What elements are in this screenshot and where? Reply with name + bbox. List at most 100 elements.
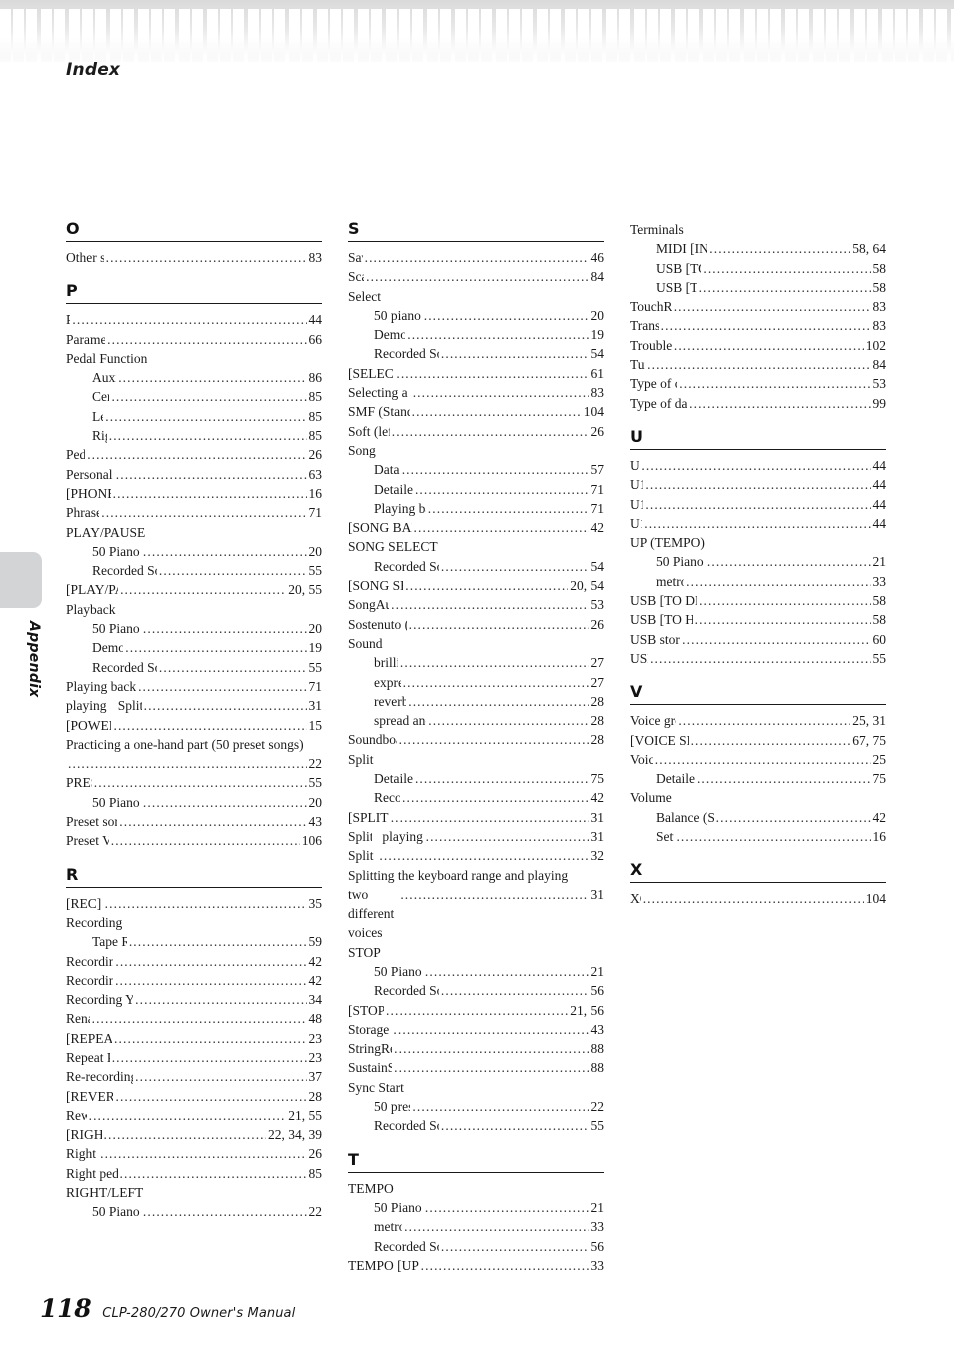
index-entry[interactable]: Demo Songs..............................… xyxy=(66,638,322,657)
index-entry[interactable]: Re-recording a song partially...........… xyxy=(66,1067,322,1086)
index-entry[interactable]: Recorded Songs and Music Data...........… xyxy=(348,981,604,1000)
index-entry[interactable]: Tune....................................… xyxy=(630,355,886,374)
index-entry[interactable]: [REPEAT] button.........................… xyxy=(66,1029,322,1048)
index-entry[interactable]: Type of data (recorded).................… xyxy=(630,394,886,413)
index-entry[interactable]: 50 Piano Preset Songs...................… xyxy=(348,1198,604,1217)
index-entry[interactable]: [PLAY/PAUSE] button.....................… xyxy=(66,580,322,599)
index-entry[interactable]: U1S.....................................… xyxy=(630,495,886,514)
index-entry[interactable]: [STOP] button...........................… xyxy=(348,1001,604,1020)
index-entry[interactable]: Right pedal.............................… xyxy=(66,1144,322,1163)
index-entry[interactable]: USB [TO HOST] terminal..................… xyxy=(630,610,886,629)
index-entry[interactable]: Split mode playing two voices............… xyxy=(348,827,604,846)
index-entry[interactable]: Save....................................… xyxy=(348,248,604,267)
index-entry[interactable]: Type of characters......................… xyxy=(630,374,886,393)
index-entry[interactable]: 50 preset songs.........................… xyxy=(348,1097,604,1116)
index-entry[interactable]: Splitting the keyboard range and playing… xyxy=(348,866,604,943)
index-entry[interactable]: SustainSampling.........................… xyxy=(348,1058,604,1077)
index-entry[interactable]: Recorded Songs and Music Data...........… xyxy=(348,344,604,363)
index-entry[interactable]: Soft (left) pedal.......................… xyxy=(348,422,604,441)
index-entry[interactable]: 50 Piano Preset Songs...................… xyxy=(348,962,604,981)
index-entry[interactable]: SongAutoOpen............................… xyxy=(348,595,604,614)
index-entry[interactable]: [REC] button............................… xyxy=(66,894,322,913)
index-entry[interactable]: Recorded Songs and Music Data...........… xyxy=(66,658,322,677)
index-entry[interactable]: Preset song memory......................… xyxy=(66,812,322,831)
index-entry[interactable]: spread and spaciousness.................… xyxy=(348,711,604,730)
index-entry[interactable]: Recording...............................… xyxy=(348,788,604,807)
index-entry[interactable]: Repeat Playback.........................… xyxy=(66,1048,322,1067)
index-entry[interactable]: metronome...............................… xyxy=(348,1217,604,1236)
index-entry[interactable]: Recording Your Performance..............… xyxy=(66,990,322,1009)
index-entry[interactable]: Personal computer.......................… xyxy=(66,465,322,484)
index-entry[interactable]: Detailed settings.......................… xyxy=(348,769,604,788)
index-entry[interactable]: U1......................................… xyxy=(630,456,886,475)
index-entry[interactable]: [SPLIT] button..........................… xyxy=(348,808,604,827)
index-entry[interactable]: USB [TO HOST]...........................… xyxy=(630,278,886,297)
index-entry[interactable]: Right pedal function....................… xyxy=(66,1164,322,1183)
index-entry[interactable]: P.......................................… xyxy=(66,310,322,329)
index-entry[interactable]: metronome...............................… xyxy=(630,572,886,591)
index-entry[interactable]: Transpose...............................… xyxy=(630,316,886,335)
index-entry[interactable]: Recorded Songs and Music Data...........… xyxy=(66,561,322,580)
index-entry[interactable]: 50 Piano Preset Songs...................… xyxy=(66,1202,322,1221)
index-entry[interactable]: PhraseMark..............................… xyxy=(66,503,322,522)
index-entry[interactable]: 50 Piano Preset Songs...................… xyxy=(66,542,322,561)
index-entry[interactable]: Detailed settings.......................… xyxy=(630,769,886,788)
index-entry[interactable]: Detailed settings.......................… xyxy=(348,480,604,499)
index-entry[interactable]: Right...................................… xyxy=(66,426,322,445)
index-entry[interactable]: USB [TO DEVICE].........................… xyxy=(630,259,886,278)
index-entry[interactable]: Recorded Songs and Music Data...........… xyxy=(348,1237,604,1256)
index-entry[interactable]: Balance (SONG BLANCE)...................… xyxy=(630,808,886,827)
index-entry[interactable]: SMF (Standard MIDI File)................… xyxy=(348,402,604,421)
index-entry[interactable]: Other settings..........................… xyxy=(66,248,322,267)
index-entry[interactable]: Playing back repeatedly.................… xyxy=(348,499,604,518)
index-entry[interactable]: Recorded Songs and Music Data...........… xyxy=(348,1116,604,1135)
index-entry[interactable]: Data Type...............................… xyxy=(348,460,604,479)
index-entry[interactable]: Storage memory..........................… xyxy=(348,1020,604,1039)
index-entry[interactable]: USB storage device......................… xyxy=(630,630,886,649)
index-entry[interactable]: [SONG BALANCE] slider...................… xyxy=(348,518,604,537)
index-entry[interactable]: TEMPO [UP][DOWN] buttons................… xyxy=(348,1256,604,1275)
index-entry[interactable]: 50 Piano Preset Songs...................… xyxy=(630,552,886,571)
index-entry[interactable]: Parameter List..........................… xyxy=(66,330,322,349)
index-entry[interactable]: MIDI [IN] [OUT] [THRU]..................… xyxy=(630,239,886,258)
index-entry[interactable]: Sostenuto (center) pedal................… xyxy=(348,615,604,634)
index-entry[interactable]: Selecting a touch response..............… xyxy=(348,383,604,402)
index-entry[interactable]: U1s.....................................… xyxy=(630,514,886,533)
index-entry[interactable]: [RIGHT] button..........................… xyxy=(66,1125,322,1144)
index-entry[interactable]: PRESET..................................… xyxy=(66,773,322,792)
index-entry[interactable]: [SONG SELECT] button....................… xyxy=(348,576,604,595)
index-entry[interactable]: StringResonance.........................… xyxy=(348,1039,604,1058)
index-entry[interactable]: Auxiliary...............................… xyxy=(66,368,322,387)
index-entry[interactable]: USB [TO DEVICE] terminal................… xyxy=(630,591,886,610)
index-entry[interactable]: Recording in Dual.......................… xyxy=(66,952,322,971)
index-entry[interactable]: Split point.............................… xyxy=(348,846,604,865)
index-entry[interactable]: U1P.....................................… xyxy=(630,475,886,494)
index-entry[interactable]: Voice group buttons.....................… xyxy=(630,711,886,730)
index-entry[interactable]: USB1....................................… xyxy=(630,649,886,668)
index-entry[interactable]: Setting.................................… xyxy=(630,827,886,846)
index-entry[interactable]: Troubleshooting.........................… xyxy=(630,336,886,355)
index-entry[interactable]: Practicing a one-hand part (50 preset so… xyxy=(66,735,322,774)
index-entry[interactable]: Playing back repeatedly (song)..........… xyxy=(66,677,322,696)
index-entry[interactable]: Recording in Split......................… xyxy=(66,971,322,990)
index-entry[interactable]: Scale...................................… xyxy=(348,267,604,286)
index-entry[interactable]: expression..............................… xyxy=(348,673,604,692)
index-entry[interactable]: Soundboard reverb.......................… xyxy=(348,730,604,749)
index-entry[interactable]: Rewind..................................… xyxy=(66,1106,322,1125)
index-entry[interactable]: Recorded Songs and Music Data...........… xyxy=(348,557,604,576)
index-entry[interactable]: Left....................................… xyxy=(66,407,322,426)
index-entry[interactable]: Pedals..................................… xyxy=(66,445,322,464)
index-entry[interactable]: playing two voices Split mode............… xyxy=(66,696,322,715)
index-entry[interactable]: [PHONES] jacks..........................… xyxy=(66,484,322,503)
index-entry[interactable]: 50 Piano Preset Songs...................… xyxy=(66,793,322,812)
index-entry[interactable]: 50 piano preset songs...................… xyxy=(348,306,604,325)
index-entry[interactable]: [SELECT] switch.........................… xyxy=(348,364,604,383)
index-entry[interactable]: Preset Voice List.......................… xyxy=(66,831,322,850)
index-entry[interactable]: Tape Recorder...........................… xyxy=(66,932,322,951)
index-entry[interactable]: Demo Songs..............................… xyxy=(348,325,604,344)
index-entry[interactable]: [VOICE SETTING] button..................… xyxy=(630,731,886,750)
index-entry[interactable]: TouchResponse...........................… xyxy=(630,297,886,316)
index-entry[interactable]: Center..................................… xyxy=(66,387,322,406)
index-entry[interactable]: [REVERB] button.........................… xyxy=(66,1087,322,1106)
index-entry[interactable]: brilliance..............................… xyxy=(348,653,604,672)
